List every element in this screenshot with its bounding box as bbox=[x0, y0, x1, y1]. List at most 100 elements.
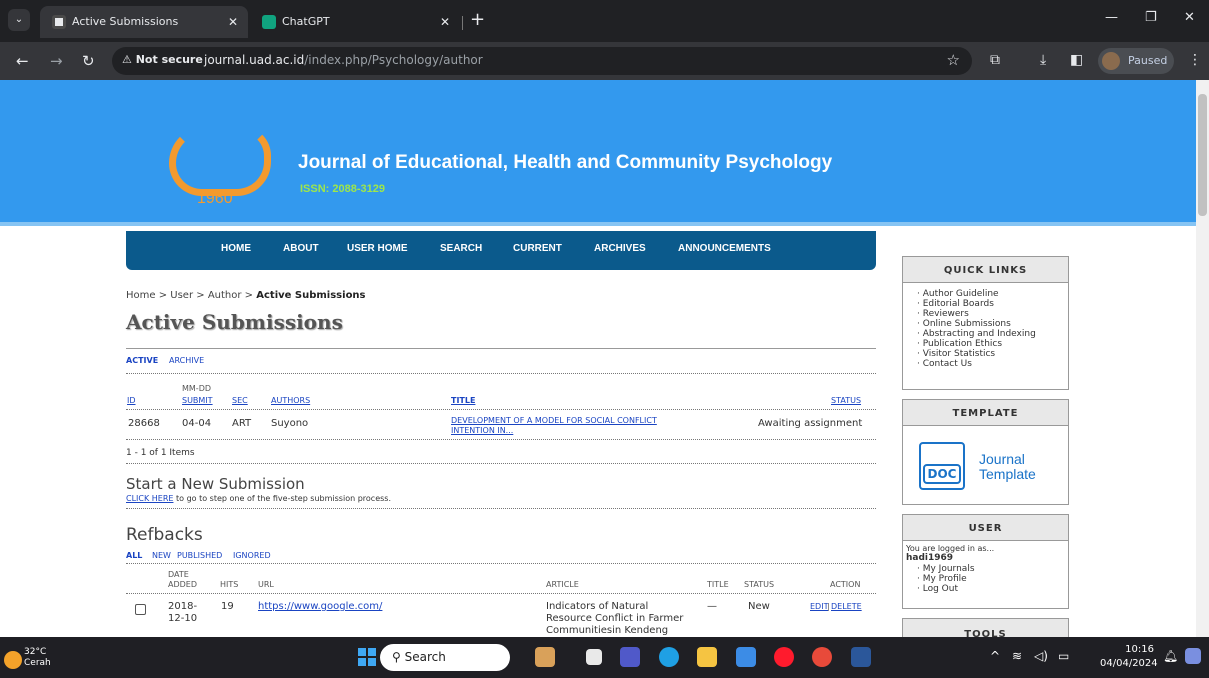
submission-status: Awaiting assignment bbox=[758, 418, 863, 429]
refback-article-2: Resource Conflict in Farmer bbox=[546, 613, 684, 624]
ref-col-title: TITLE bbox=[707, 580, 729, 589]
copilot-icon[interactable] bbox=[1185, 648, 1201, 664]
forward-arrow-icon[interactable]: → bbox=[50, 51, 63, 71]
close-tab-icon[interactable]: ✕ bbox=[228, 6, 238, 38]
user-my-profile[interactable]: My Profile bbox=[917, 574, 1068, 584]
nav-home[interactable]: HOME bbox=[221, 243, 251, 254]
quick-link-online-submissions[interactable]: Online Submissions bbox=[917, 319, 1068, 329]
submission-title-link[interactable]: DEVELOPMENT OF A MODEL FOR SOCIAL CONFLI… bbox=[451, 416, 657, 425]
quick-link-publication-ethics[interactable]: Publication Ethics bbox=[917, 339, 1068, 349]
close-tab-icon[interactable]: ✕ bbox=[440, 6, 450, 38]
opera-icon[interactable] bbox=[774, 647, 794, 667]
subtab-archive[interactable]: ARCHIVE bbox=[169, 356, 204, 365]
restore-icon[interactable]: ❐ bbox=[1145, 10, 1157, 25]
uad-logo[interactable]: 1960 bbox=[165, 126, 275, 211]
battery-icon[interactable]: ▭ bbox=[1058, 649, 1069, 663]
quick-link-reviewers[interactable]: Reviewers bbox=[917, 309, 1068, 319]
notification-bell-icon[interactable]: 🔔︎ bbox=[1163, 649, 1178, 663]
bookmark-star-icon[interactable]: ☆ bbox=[947, 51, 960, 69]
subtab-active[interactable]: ACTIVE bbox=[126, 356, 158, 365]
nav-archives[interactable]: ARCHIVES bbox=[594, 243, 646, 254]
weather-widget[interactable]: 32°C Cerah bbox=[4, 647, 51, 669]
animal-app-icon[interactable] bbox=[535, 647, 555, 667]
submission-authors: Suyono bbox=[271, 418, 309, 429]
edge-icon[interactable] bbox=[659, 647, 679, 667]
url-text[interactable]: journal.uad.ac.id/index.php/Psychology/a… bbox=[204, 53, 483, 67]
wifi-icon[interactable]: ≋ bbox=[1012, 649, 1022, 663]
refback-checkbox[interactable] bbox=[135, 604, 146, 615]
address-bar[interactable]: ⚠ Not secure journal.uad.ac.id/index.php… bbox=[112, 47, 972, 75]
nav-current[interactable]: CURRENT bbox=[513, 243, 562, 254]
sidepanel-icon[interactable]: ◧ bbox=[1070, 52, 1083, 68]
tools-heading: TOOLS bbox=[903, 619, 1068, 637]
filter-all[interactable]: ALL bbox=[126, 551, 142, 560]
col-authors[interactable]: AUTHORS bbox=[271, 396, 310, 405]
journal-template-link[interactable]: Journal Template bbox=[979, 452, 1036, 482]
nav-announcements[interactable]: ANNOUNCEMENTS bbox=[678, 243, 771, 254]
back-arrow-icon[interactable]: ← bbox=[16, 51, 29, 71]
col-status[interactable]: STATUS bbox=[831, 396, 861, 405]
doc-file-icon[interactable]: DOC bbox=[919, 442, 965, 490]
filter-new[interactable]: NEW bbox=[152, 551, 171, 560]
user-my-journals[interactable]: My Journals bbox=[917, 564, 1068, 574]
tab-search-chevron-down-icon[interactable]: ⌄ bbox=[8, 9, 30, 31]
scrollbar-thumb[interactable] bbox=[1198, 94, 1207, 216]
system-clock[interactable]: 10:16 04/04/2024 bbox=[1100, 643, 1158, 671]
refback-hits: 19 bbox=[221, 601, 234, 612]
kebab-menu-icon[interactable]: ⋮ bbox=[1188, 52, 1202, 68]
submission-title-link-2[interactable]: INTENTION IN... bbox=[451, 426, 513, 435]
filter-ignored[interactable]: IGNORED bbox=[233, 551, 271, 560]
download-icon[interactable]: ⤓ bbox=[1040, 52, 1046, 68]
mail-icon[interactable] bbox=[736, 647, 756, 667]
volume-icon[interactable]: ◁) bbox=[1034, 649, 1048, 663]
breadcrumb-author[interactable]: Author bbox=[208, 290, 242, 301]
task-view-icon[interactable] bbox=[586, 649, 602, 665]
tab-chatgpt[interactable]: ChatGPT ✕ bbox=[250, 6, 460, 38]
refback-edit-link[interactable]: EDIT bbox=[810, 602, 828, 611]
col-sec[interactable]: SEC bbox=[232, 396, 248, 405]
breadcrumb-home[interactable]: Home bbox=[126, 290, 156, 301]
nav-about[interactable]: ABOUT bbox=[283, 243, 319, 254]
user-log-out[interactable]: Log Out bbox=[917, 584, 1068, 594]
click-here-link[interactable]: CLICK HERE bbox=[126, 494, 173, 503]
filter-published[interactable]: PUBLISHED bbox=[177, 551, 222, 560]
divider bbox=[126, 373, 876, 374]
profile-button[interactable]: Paused bbox=[1098, 48, 1174, 74]
col-id[interactable]: ID bbox=[127, 396, 136, 405]
quick-link-abstracting-indexing[interactable]: Abstracting and Indexing bbox=[917, 329, 1068, 339]
nav-user-home[interactable]: USER HOME bbox=[347, 243, 408, 254]
puzzle-icon[interactable]: ⧉ bbox=[990, 52, 1000, 68]
file-explorer-icon[interactable] bbox=[697, 647, 717, 667]
refback-url-link[interactable]: https://www.google.com/ bbox=[258, 601, 382, 612]
quick-link-editorial-boards[interactable]: Editorial Boards bbox=[917, 299, 1068, 309]
minimize-icon[interactable]: — bbox=[1105, 10, 1118, 25]
teams-icon[interactable] bbox=[620, 647, 640, 667]
quick-link-contact-us[interactable]: Contact Us bbox=[917, 359, 1068, 369]
new-tab-plus-icon[interactable]: + bbox=[470, 8, 485, 32]
site-favicon-icon bbox=[52, 15, 66, 29]
chrome-icon[interactable] bbox=[812, 647, 832, 667]
refback-article-3: Communitiesin Kendeng bbox=[546, 625, 669, 636]
col-submit[interactable]: SUBMIT bbox=[182, 396, 213, 405]
logo-mark bbox=[169, 126, 271, 196]
reload-icon[interactable]: ↻ bbox=[82, 51, 95, 71]
col-title[interactable]: TITLE bbox=[451, 396, 475, 405]
page-title: Active Submissions bbox=[126, 310, 343, 334]
username: hadi1969 bbox=[906, 553, 954, 563]
template-block[interactable]: TEMPLATE DOC Journal Template bbox=[902, 399, 1069, 505]
not-secure-badge[interactable]: ⚠ Not secure bbox=[122, 53, 203, 66]
refback-delete-link[interactable]: DELETE bbox=[831, 602, 862, 611]
quick-link-visitor-statistics[interactable]: Visitor Statistics bbox=[917, 349, 1068, 359]
nav-search[interactable]: SEARCH bbox=[440, 243, 482, 254]
word-icon[interactable] bbox=[851, 647, 871, 667]
quick-link-author-guideline[interactable]: Author Guideline bbox=[917, 289, 1068, 299]
title-divider bbox=[126, 348, 876, 349]
windows-start-icon[interactable] bbox=[358, 648, 376, 666]
tab-active-submissions[interactable]: Active Submissions ✕ bbox=[40, 6, 248, 38]
ref-col-url: URL bbox=[258, 580, 274, 589]
window-close-icon[interactable]: ✕ bbox=[1184, 10, 1195, 25]
breadcrumb-user[interactable]: User bbox=[170, 290, 193, 301]
chevron-up-icon[interactable]: ^ bbox=[990, 649, 1000, 663]
page-scrollbar[interactable] bbox=[1196, 80, 1209, 637]
taskbar-search[interactable]: ⚲ Search bbox=[380, 644, 510, 671]
